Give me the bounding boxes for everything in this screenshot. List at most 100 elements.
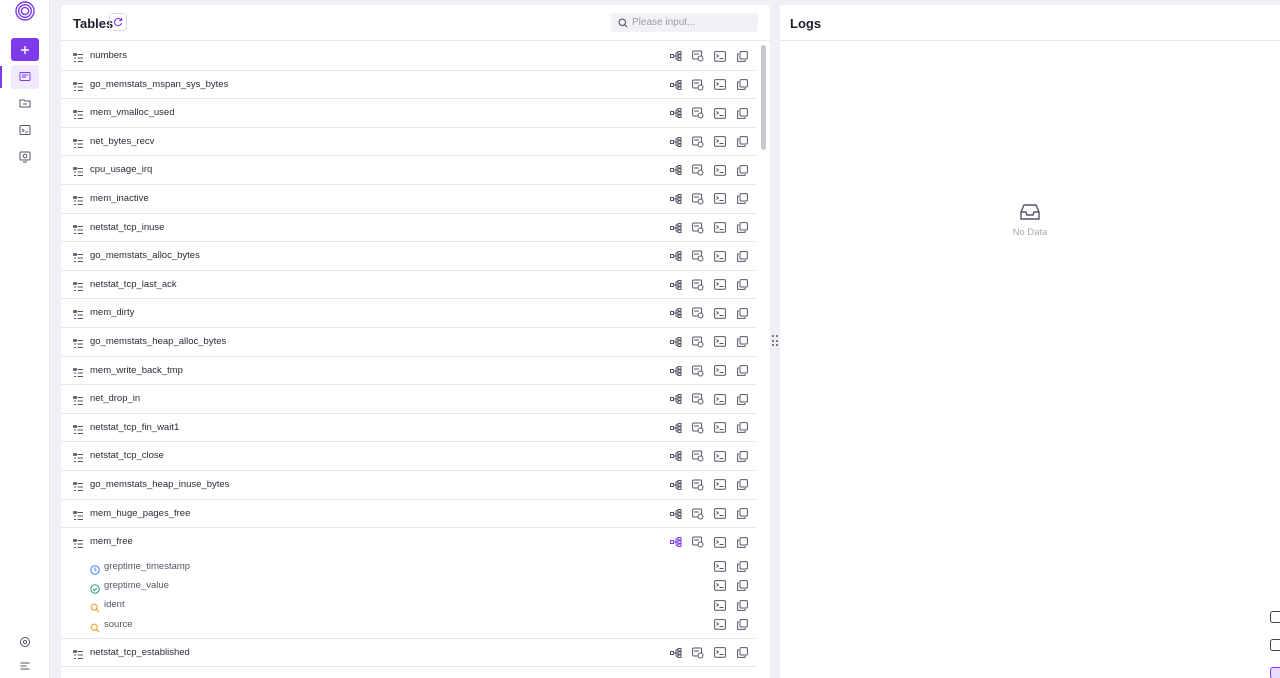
copy-icon[interactable] bbox=[735, 449, 749, 463]
schema-tree-icon[interactable] bbox=[669, 306, 683, 320]
table-row[interactable]: mem_free bbox=[61, 528, 757, 557]
query-table-icon[interactable] bbox=[691, 507, 705, 521]
insert-terminal-icon[interactable] bbox=[713, 192, 727, 206]
table-row[interactable]: numbers bbox=[61, 42, 757, 71]
insert-terminal-icon[interactable] bbox=[713, 560, 727, 574]
refresh-button[interactable] bbox=[109, 13, 127, 31]
query-table-icon[interactable] bbox=[691, 449, 705, 463]
copy-icon[interactable] bbox=[735, 335, 749, 349]
copy-icon[interactable] bbox=[735, 507, 749, 521]
float-tool-icon[interactable] bbox=[1270, 611, 1280, 623]
query-table-icon[interactable] bbox=[691, 78, 705, 92]
insert-terminal-icon[interactable] bbox=[713, 278, 727, 292]
column-row[interactable]: ident bbox=[61, 595, 757, 614]
insert-terminal-icon[interactable] bbox=[713, 135, 727, 149]
table-row[interactable]: mem_huge_pages_free bbox=[61, 500, 757, 529]
table-row[interactable]: go_memstats_mspan_sys_bytes bbox=[61, 71, 757, 100]
insert-terminal-icon[interactable] bbox=[713, 78, 727, 92]
copy-icon[interactable] bbox=[735, 221, 749, 235]
copy-icon[interactable] bbox=[735, 560, 749, 574]
schema-tree-icon[interactable] bbox=[669, 163, 683, 177]
copy-icon[interactable] bbox=[735, 392, 749, 406]
nav-console-icon[interactable] bbox=[11, 118, 39, 142]
copy-icon[interactable] bbox=[735, 421, 749, 435]
table-search[interactable] bbox=[611, 13, 758, 32]
query-table-icon[interactable] bbox=[691, 278, 705, 292]
schema-tree-icon[interactable] bbox=[669, 221, 683, 235]
copy-icon[interactable] bbox=[735, 364, 749, 378]
copy-icon[interactable] bbox=[735, 306, 749, 320]
schema-tree-icon[interactable] bbox=[669, 392, 683, 406]
insert-terminal-icon[interactable] bbox=[713, 49, 727, 63]
copy-icon[interactable] bbox=[735, 78, 749, 92]
query-table-icon[interactable] bbox=[691, 135, 705, 149]
schema-tree-icon[interactable] bbox=[669, 78, 683, 92]
insert-terminal-icon[interactable] bbox=[713, 535, 727, 549]
schema-tree-icon[interactable] bbox=[669, 135, 683, 149]
column-row[interactable]: greptime_timestamp bbox=[61, 557, 757, 576]
query-table-icon[interactable] bbox=[691, 364, 705, 378]
query-table-icon[interactable] bbox=[691, 478, 705, 492]
schema-tree-icon[interactable] bbox=[669, 49, 683, 63]
nav-query-icon[interactable] bbox=[11, 65, 39, 89]
schema-tree-icon[interactable] bbox=[669, 192, 683, 206]
float-tool-icon[interactable] bbox=[1270, 667, 1280, 678]
query-table-icon[interactable] bbox=[691, 106, 705, 120]
insert-terminal-icon[interactable] bbox=[713, 618, 727, 632]
nav-settings-icon[interactable] bbox=[11, 630, 39, 654]
table-row[interactable]: net_drop_in bbox=[61, 385, 757, 414]
insert-terminal-icon[interactable] bbox=[713, 507, 727, 521]
insert-terminal-icon[interactable] bbox=[713, 579, 727, 593]
column-row[interactable]: source bbox=[61, 615, 757, 634]
copy-icon[interactable] bbox=[735, 49, 749, 63]
insert-terminal-icon[interactable] bbox=[713, 364, 727, 378]
copy-icon[interactable] bbox=[735, 192, 749, 206]
insert-terminal-icon[interactable] bbox=[713, 335, 727, 349]
schema-tree-icon[interactable] bbox=[669, 449, 683, 463]
query-table-icon[interactable] bbox=[691, 192, 705, 206]
greptime-logo-icon[interactable] bbox=[15, 1, 35, 21]
query-table-icon[interactable] bbox=[691, 249, 705, 263]
schema-tree-icon[interactable] bbox=[669, 478, 683, 492]
query-table-icon[interactable] bbox=[691, 421, 705, 435]
new-query-button[interactable] bbox=[11, 38, 39, 61]
insert-terminal-icon[interactable] bbox=[713, 249, 727, 263]
copy-icon[interactable] bbox=[735, 163, 749, 177]
copy-icon[interactable] bbox=[735, 135, 749, 149]
table-row[interactable]: netstat_tcp_inuse bbox=[61, 214, 757, 243]
table-row[interactable]: netstat_tcp_established bbox=[61, 639, 757, 668]
copy-icon[interactable] bbox=[735, 598, 749, 612]
query-table-icon[interactable] bbox=[691, 392, 705, 406]
query-table-icon[interactable] bbox=[691, 535, 705, 549]
insert-terminal-icon[interactable] bbox=[713, 478, 727, 492]
scrollbar[interactable] bbox=[761, 45, 766, 150]
column-row[interactable]: greptime_value bbox=[61, 576, 757, 595]
schema-tree-icon[interactable] bbox=[669, 364, 683, 378]
table-row[interactable]: net_bytes_recv bbox=[61, 128, 757, 157]
query-table-icon[interactable] bbox=[691, 306, 705, 320]
table-row[interactable]: netstat_tcp_close bbox=[61, 442, 757, 471]
query-table-icon[interactable] bbox=[691, 49, 705, 63]
insert-terminal-icon[interactable] bbox=[713, 306, 727, 320]
table-row[interactable]: cpu_usage_irq bbox=[61, 156, 757, 185]
table-row[interactable]: netstat_tcp_last_ack bbox=[61, 271, 757, 300]
insert-terminal-icon[interactable] bbox=[713, 106, 727, 120]
schema-tree-icon[interactable] bbox=[669, 106, 683, 120]
table-row[interactable]: mem_inactive bbox=[61, 185, 757, 214]
copy-icon[interactable] bbox=[735, 579, 749, 593]
copy-icon[interactable] bbox=[735, 106, 749, 120]
schema-tree-icon[interactable] bbox=[669, 535, 683, 549]
query-table-icon[interactable] bbox=[691, 646, 705, 660]
schema-tree-icon[interactable] bbox=[669, 507, 683, 521]
table-row[interactable]: mem_write_back_tmp bbox=[61, 357, 757, 386]
copy-icon[interactable] bbox=[735, 535, 749, 549]
nav-dashboard-icon[interactable] bbox=[11, 145, 39, 169]
table-row[interactable]: go_memstats_alloc_bytes bbox=[61, 242, 757, 271]
insert-terminal-icon[interactable] bbox=[713, 646, 727, 660]
copy-icon[interactable] bbox=[735, 646, 749, 660]
schema-tree-icon[interactable] bbox=[669, 249, 683, 263]
query-table-icon[interactable] bbox=[691, 163, 705, 177]
resize-handle[interactable] bbox=[772, 335, 778, 347]
copy-icon[interactable] bbox=[735, 278, 749, 292]
insert-terminal-icon[interactable] bbox=[713, 163, 727, 177]
